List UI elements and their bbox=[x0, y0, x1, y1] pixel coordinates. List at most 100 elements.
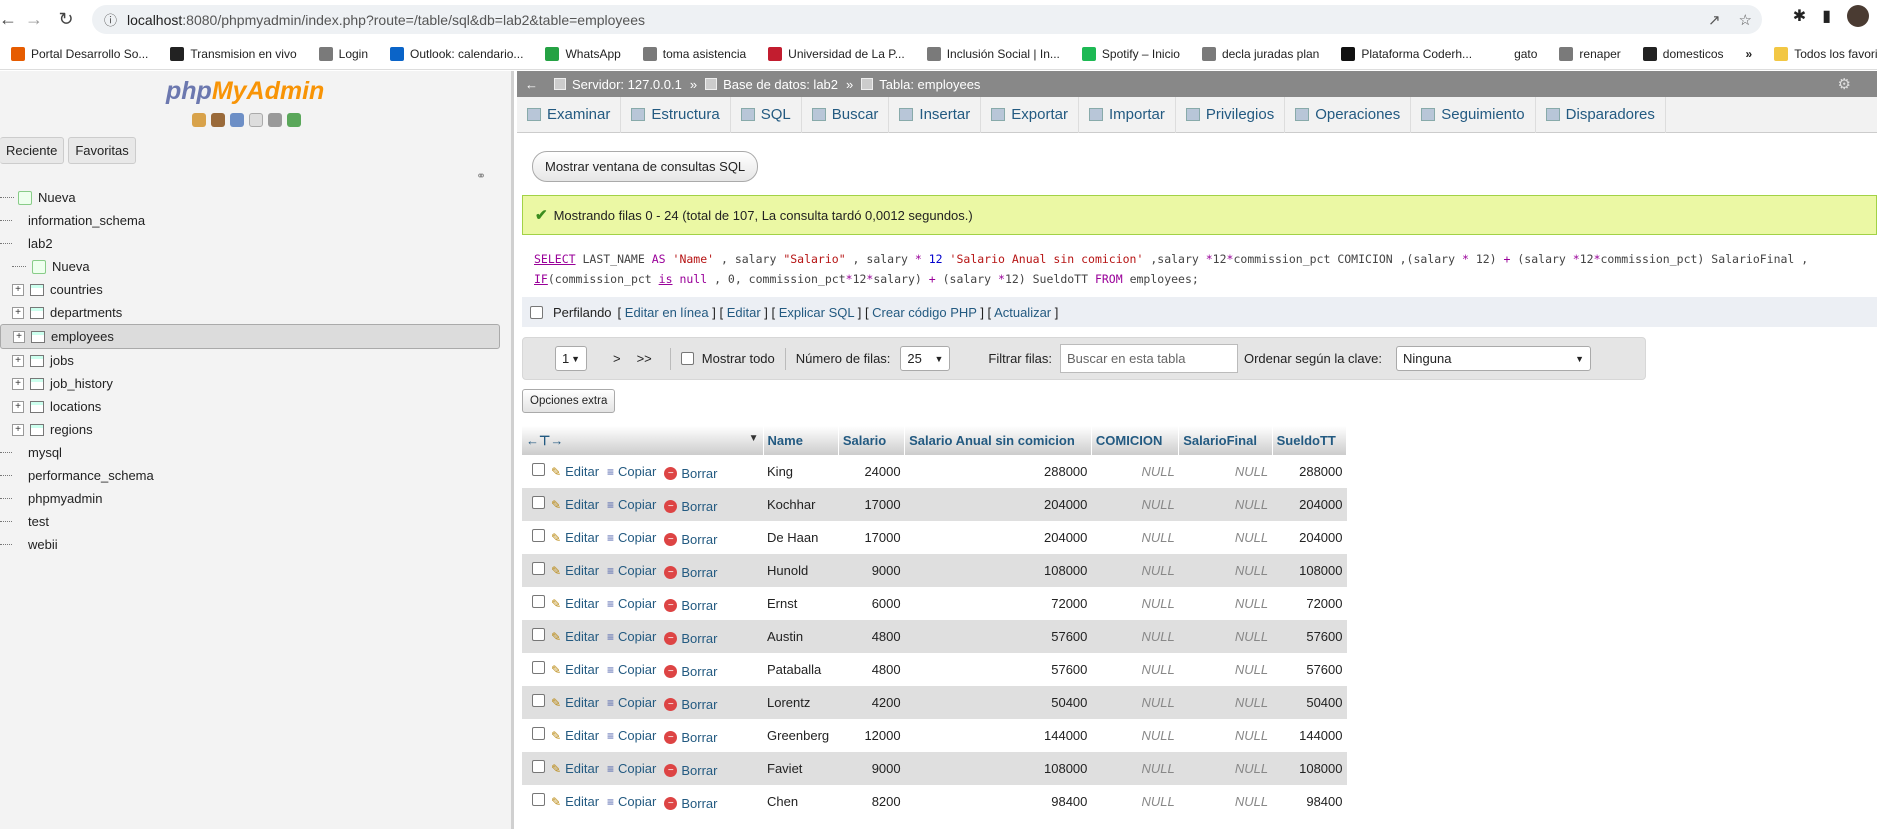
expand-icon[interactable]: + bbox=[12, 306, 24, 319]
row-checkbox[interactable] bbox=[532, 627, 545, 641]
copy-button[interactable]: ≡ Copiar bbox=[607, 629, 656, 644]
tree-item-lab2[interactable]: lab2 bbox=[0, 232, 500, 255]
logout-icon[interactable] bbox=[211, 113, 225, 127]
copy-button[interactable]: ≡ Copiar bbox=[607, 464, 656, 479]
table-cell[interactable]: Lorentz bbox=[763, 686, 839, 719]
tree-item-departments[interactable]: + departments bbox=[0, 301, 500, 324]
copy-button[interactable]: ≡ Copiar bbox=[607, 530, 656, 545]
expand-icon[interactable]: + bbox=[12, 377, 24, 390]
table-cell[interactable]: 6000 bbox=[838, 587, 905, 620]
table-cell[interactable]: King bbox=[763, 455, 839, 488]
table-cell[interactable]: 144000 bbox=[904, 719, 1092, 752]
row-checkbox[interactable] bbox=[532, 561, 545, 575]
table-cell[interactable]: NULL bbox=[1178, 554, 1273, 587]
link-edit[interactable]: Editar bbox=[727, 305, 761, 320]
tab-favorites[interactable]: Favoritas bbox=[68, 137, 136, 164]
row-checkbox[interactable] bbox=[532, 528, 545, 542]
bookmark-item[interactable]: Universidad de La P... bbox=[757, 46, 916, 61]
tree-item-locations[interactable]: + locations bbox=[0, 395, 500, 418]
more-bookmarks-button[interactable]: » bbox=[1735, 47, 1764, 61]
table-cell[interactable]: 108000 bbox=[904, 752, 1092, 785]
tab-estructura[interactable]: Estructura bbox=[621, 96, 731, 133]
bookmark-item[interactable]: Spotify – Inicio bbox=[1071, 46, 1191, 61]
table-cell[interactable]: 9000 bbox=[838, 752, 905, 785]
bookmark-item[interactable]: Inclusión Social | In... bbox=[916, 46, 1071, 61]
delete-button[interactable]: − Borrar bbox=[664, 466, 717, 481]
table-cell[interactable]: NULL bbox=[1091, 653, 1179, 686]
row-checkbox[interactable] bbox=[532, 660, 545, 674]
table-cell[interactable]: NULL bbox=[1178, 488, 1273, 521]
table-cell[interactable]: NULL bbox=[1178, 719, 1273, 752]
tree-item-webii[interactable]: webii bbox=[0, 533, 500, 556]
expand-icon[interactable]: + bbox=[12, 283, 24, 296]
all-favorites-folder[interactable]: Todos los favoritos bbox=[1763, 46, 1877, 61]
bookmark-item[interactable]: Login bbox=[308, 46, 379, 61]
tree-item-jobs[interactable]: + jobs bbox=[0, 349, 500, 372]
extra-options-button[interactable]: Opciones extra bbox=[522, 389, 616, 413]
delete-button[interactable]: − Borrar bbox=[664, 796, 717, 811]
link-refresh[interactable]: Actualizar bbox=[994, 305, 1051, 320]
phpmyadmin-logo[interactable]: phpMyAdmin bbox=[166, 77, 324, 106]
table-cell[interactable]: NULL bbox=[1178, 686, 1273, 719]
tree-item-job-history[interactable]: + job_history bbox=[0, 372, 500, 395]
copy-button[interactable]: ≡ Copiar bbox=[607, 563, 656, 578]
settings-gear-icon[interactable] bbox=[268, 113, 282, 127]
link-collapse-icon[interactable]: ⚭ bbox=[476, 169, 486, 183]
table-cell[interactable]: 8200 bbox=[838, 785, 905, 818]
delete-button[interactable]: − Borrar bbox=[664, 631, 717, 646]
row-checkbox[interactable] bbox=[532, 693, 545, 707]
docs-icon[interactable] bbox=[249, 113, 263, 127]
expand-icon[interactable]: + bbox=[13, 330, 25, 343]
forward-arrow-icon[interactable]: → bbox=[20, 5, 48, 33]
table-cell[interactable]: NULL bbox=[1178, 752, 1273, 785]
side-panel-icon[interactable]: ▮ bbox=[1822, 6, 1831, 26]
edit-button[interactable]: ✎ Editar bbox=[551, 563, 599, 578]
delete-button[interactable]: − Borrar bbox=[664, 697, 717, 712]
show-all-checkbox[interactable] bbox=[680, 352, 694, 365]
table-cell[interactable]: 204000 bbox=[904, 521, 1092, 554]
breadcrumb-table[interactable]: Tabla: employees bbox=[853, 77, 988, 92]
edit-button[interactable]: ✎ Editar bbox=[551, 530, 599, 545]
link-create-php[interactable]: Crear código PHP bbox=[872, 305, 977, 320]
tab-importar[interactable]: Importar bbox=[1079, 96, 1176, 133]
table-cell[interactable]: NULL bbox=[1178, 521, 1273, 554]
tab-insertar[interactable]: Insertar bbox=[889, 96, 982, 133]
expand-icon[interactable]: + bbox=[12, 354, 24, 367]
site-info-icon[interactable]: ⓘ bbox=[104, 10, 117, 29]
last-page-button[interactable]: >> bbox=[629, 351, 660, 366]
page-select[interactable]: 1 ▼ bbox=[555, 346, 587, 371]
row-checkbox[interactable] bbox=[532, 792, 545, 806]
show-sql-window-button[interactable]: Mostrar ventana de consultas SQL bbox=[532, 151, 759, 182]
bookmark-item[interactable]: Outlook: calendario... bbox=[379, 46, 534, 61]
bookmark-star-icon[interactable]: ☆ bbox=[1739, 11, 1752, 29]
bookmark-item[interactable]: renaper bbox=[1548, 46, 1631, 61]
table-cell[interactable]: NULL bbox=[1091, 554, 1179, 587]
bookmark-item[interactable]: Plataforma Coderh... bbox=[1330, 46, 1483, 61]
table-cell[interactable]: Greenberg bbox=[763, 719, 839, 752]
rows-select[interactable]: 25 ▼ bbox=[900, 346, 951, 371]
table-cell[interactable]: NULL bbox=[1091, 785, 1179, 818]
table-cell[interactable]: 288000 bbox=[1272, 455, 1347, 488]
table-cell[interactable]: 204000 bbox=[1272, 521, 1347, 554]
header-sueldott[interactable]: SueldoTT bbox=[1272, 426, 1348, 455]
edit-button[interactable]: ✎ Editar bbox=[551, 629, 599, 644]
table-cell[interactable]: Ernst bbox=[763, 587, 839, 620]
copy-button[interactable]: ≡ Copiar bbox=[607, 761, 656, 776]
table-cell[interactable]: 204000 bbox=[904, 488, 1092, 521]
table-cell[interactable]: 57600 bbox=[1272, 653, 1347, 686]
table-cell[interactable]: 17000 bbox=[838, 488, 905, 521]
bookmark-item[interactable]: gato bbox=[1483, 46, 1548, 61]
row-checkbox[interactable] bbox=[532, 759, 545, 773]
edit-button[interactable]: ✎ Editar bbox=[551, 596, 599, 611]
copy-button[interactable]: ≡ Copiar bbox=[607, 794, 656, 809]
edit-button[interactable]: ✎ Editar bbox=[551, 728, 599, 743]
edit-button[interactable]: ✎ Editar bbox=[551, 662, 599, 677]
delete-button[interactable]: − Borrar bbox=[664, 598, 717, 613]
copy-button[interactable]: ≡ Copiar bbox=[607, 497, 656, 512]
delete-button[interactable]: − Borrar bbox=[664, 664, 717, 679]
sort-select[interactable]: Ninguna ▼ bbox=[1396, 346, 1592, 371]
tab-exportar[interactable]: Exportar bbox=[981, 96, 1079, 133]
bookmark-item[interactable]: Portal Desarrollo So... bbox=[0, 46, 159, 61]
tab-recent[interactable]: Reciente bbox=[0, 137, 65, 164]
table-cell[interactable]: 24000 bbox=[838, 455, 905, 488]
